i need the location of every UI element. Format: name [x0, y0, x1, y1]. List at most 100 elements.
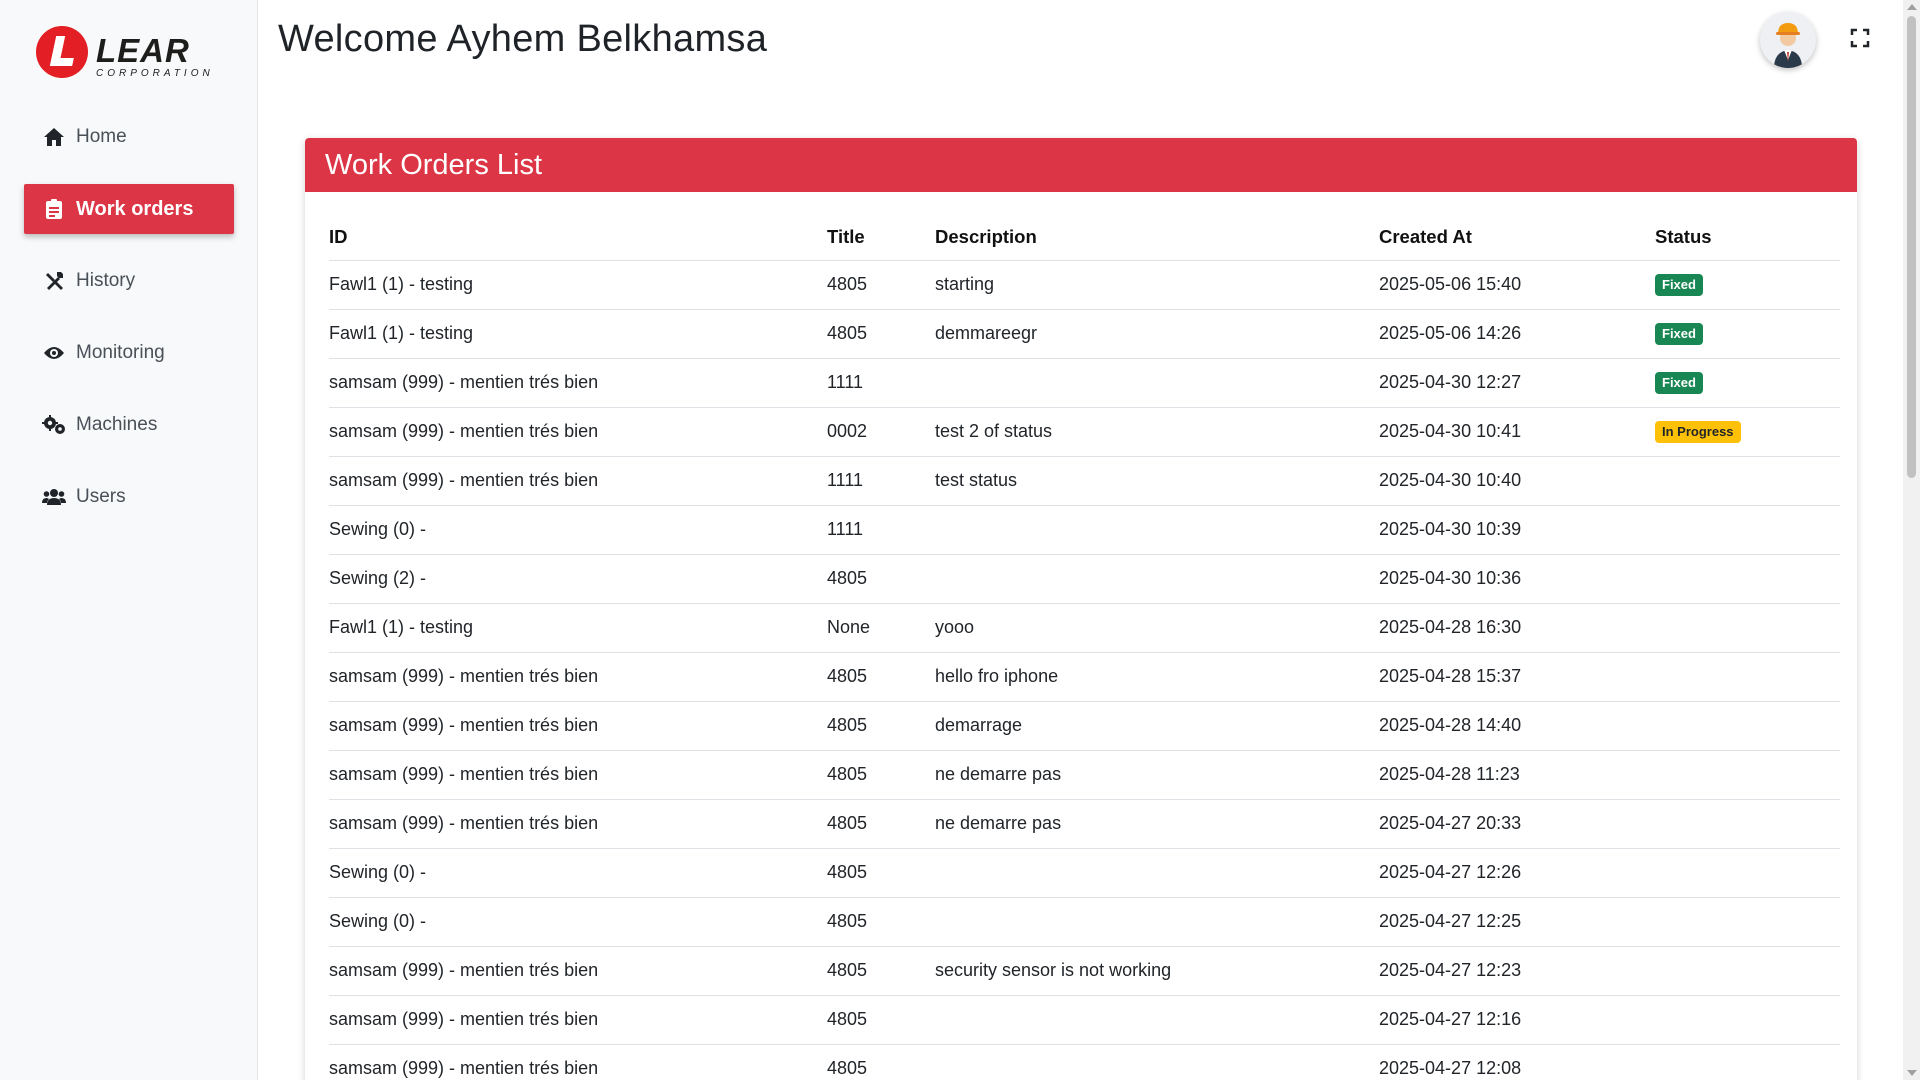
- home-icon: [42, 125, 66, 149]
- tools-icon: [42, 269, 66, 293]
- column-header-status[interactable]: Status: [1655, 214, 1840, 261]
- cell-description: test status: [935, 456, 1379, 506]
- cell-created-at: 2025-04-30 10:40: [1379, 456, 1655, 506]
- column-header-created-at[interactable]: Created At: [1379, 214, 1655, 261]
- table-row[interactable]: samsam (999) - mentien trés bien 4805 hell…: [329, 652, 1840, 702]
- cell-status: [1655, 652, 1840, 702]
- sidebar-item-monitoring[interactable]: Monitoring: [24, 328, 234, 378]
- sidebar-item-label: Monitoring: [76, 342, 165, 363]
- cell-title: 4805: [827, 848, 935, 898]
- eye-icon: [42, 341, 66, 365]
- cell-id: Sewing (0) -: [329, 848, 827, 898]
- cell-description: ne demarre pas: [935, 799, 1379, 849]
- cell-id: samsam (999) - mentien trés bien: [329, 750, 827, 800]
- table-row[interactable]: Sewing (0) -4805 2025-04-27 12:26: [329, 848, 1840, 898]
- cell-status: [1655, 897, 1840, 947]
- scroll-up-arrow-icon[interactable]: [1907, 4, 1917, 10]
- cell-title: 4805: [827, 897, 935, 947]
- page-title: Welcome Ayhem Belkhamsa: [278, 18, 768, 60]
- cell-status: Fixed: [1655, 309, 1840, 359]
- scroll-down-arrow-icon[interactable]: [1907, 1070, 1917, 1076]
- table-row[interactable]: samsam (999) - mentien trés bien 4805 ne d…: [329, 750, 1840, 800]
- cell-id: samsam (999) - mentien trés bien: [329, 799, 827, 849]
- cell-created-at: 2025-05-06 14:26: [1379, 309, 1655, 359]
- cell-status: [1655, 799, 1840, 849]
- table-row[interactable]: samsam (999) - mentien trés bien 1111 2025…: [329, 358, 1840, 408]
- lear-logo-mark: [36, 26, 88, 78]
- cell-description: [935, 505, 1379, 555]
- cell-title: 1111: [827, 505, 935, 555]
- sidebar-item-history[interactable]: History: [24, 256, 234, 306]
- cell-created-at: 2025-04-27 12:08: [1379, 1044, 1655, 1080]
- cell-status: [1655, 603, 1840, 653]
- sidebar-item-label: Machines: [76, 414, 158, 435]
- table-row[interactable]: Sewing (0) -1111 2025-04-30 10:39: [329, 505, 1840, 555]
- cell-created-at: 2025-04-28 11:23: [1379, 750, 1655, 800]
- cell-created-at: 2025-04-27 12:26: [1379, 848, 1655, 898]
- users-icon: [42, 485, 66, 509]
- cell-id: samsam (999) - mentien trés bien: [329, 652, 827, 702]
- cell-id: samsam (999) - mentien trés bien: [329, 1044, 827, 1080]
- card-header: Work Orders List: [305, 138, 1857, 192]
- cell-title: 4805: [827, 309, 935, 359]
- cell-description: hello fro iphone: [935, 652, 1379, 702]
- table-row[interactable]: Fawl1 (1) - testing 4805 starting 2025-05-0…: [329, 260, 1840, 310]
- status-badge: Fixed: [1655, 323, 1703, 345]
- cell-created-at: 2025-05-06 15:40: [1379, 260, 1655, 310]
- user-avatar[interactable]: [1760, 12, 1816, 68]
- sidebar-item-work-orders[interactable]: Work orders: [24, 184, 234, 234]
- cell-id: Fawl1 (1) - testing: [329, 309, 827, 359]
- table-row[interactable]: samsam (999) - mentien trés bien 4805 2025…: [329, 995, 1840, 1045]
- table-row[interactable]: samsam (999) - mentien trés bien 1111 test…: [329, 456, 1840, 506]
- cell-title: 4805: [827, 652, 935, 702]
- cell-title: 0002: [827, 407, 935, 457]
- cell-description: [935, 995, 1379, 1045]
- work-orders-table-wrap: ID Title Description Created At Status F…: [329, 214, 1840, 1080]
- table-row[interactable]: Sewing (0) -4805 2025-04-27 12:25: [329, 897, 1840, 947]
- table-row[interactable]: Sewing (2) -4805 2025-04-30 10:36: [329, 554, 1840, 604]
- table-row[interactable]: Fawl1 (1) - testing None yooo 2025-04-28 16…: [329, 603, 1840, 653]
- page-scrollbar[interactable]: [1903, 0, 1920, 1080]
- cell-status: [1655, 1044, 1840, 1080]
- cell-id: samsam (999) - mentien trés bien: [329, 456, 827, 506]
- table-row[interactable]: Fawl1 (1) - testing 4805 demmareegr 2025-05…: [329, 309, 1840, 359]
- cell-created-at: 2025-04-27 12:25: [1379, 897, 1655, 947]
- lear-logo[interactable]: LEAR CORPORATION: [36, 26, 226, 82]
- cell-id: samsam (999) - mentien trés bien: [329, 701, 827, 751]
- cell-description: demarrage: [935, 701, 1379, 751]
- table-row[interactable]: samsam (999) - mentien trés bien 4805 secu…: [329, 946, 1840, 996]
- cell-id: samsam (999) - mentien trés bien: [329, 995, 827, 1045]
- cell-id: samsam (999) - mentien trés bien: [329, 358, 827, 408]
- cell-id: samsam (999) - mentien trés bien: [329, 946, 827, 996]
- cell-status: Fixed: [1655, 260, 1840, 310]
- cell-id: Sewing (0) -: [329, 897, 827, 947]
- cell-id: samsam (999) - mentien trés bien: [329, 407, 827, 457]
- cell-status: [1655, 701, 1840, 751]
- scrollbar-thumb[interactable]: [1907, 16, 1916, 478]
- sidebar-item-machines[interactable]: Machines: [24, 400, 234, 450]
- table-row[interactable]: samsam (999) - mentien trés bien 4805 dema…: [329, 701, 1840, 751]
- cell-title: 4805: [827, 995, 935, 1045]
- cell-title: 4805: [827, 701, 935, 751]
- cell-created-at: 2025-04-27 12:16: [1379, 995, 1655, 1045]
- cell-id: Fawl1 (1) - testing: [329, 603, 827, 653]
- status-badge: Fixed: [1655, 274, 1703, 296]
- fullscreen-toggle[interactable]: [1850, 28, 1870, 48]
- table-header-row: ID Title Description Created At Status: [329, 214, 1840, 261]
- work-orders-table: ID Title Description Created At Status F…: [329, 214, 1840, 1080]
- column-header-title[interactable]: Title: [827, 214, 935, 261]
- logo-subtitle: CORPORATION: [96, 68, 214, 79]
- table-row[interactable]: samsam (999) - mentien trés bien 4805 2025…: [329, 1044, 1840, 1080]
- expand-icon: [1850, 28, 1870, 48]
- sidebar-item-users[interactable]: Users: [24, 472, 234, 522]
- sidebar-item-home[interactable]: Home: [24, 112, 234, 162]
- column-header-id[interactable]: ID: [329, 214, 827, 261]
- column-header-description[interactable]: Description: [935, 214, 1379, 261]
- cell-status: [1655, 456, 1840, 506]
- cell-status: [1655, 750, 1840, 800]
- cell-description: [935, 1044, 1379, 1080]
- table-row[interactable]: samsam (999) - mentien trés bien 4805 ne d…: [329, 799, 1840, 849]
- cell-description: demmareegr: [935, 309, 1379, 359]
- table-row[interactable]: samsam (999) - mentien trés bien 0002 test…: [329, 407, 1840, 457]
- work-orders-card: Work Orders List ID Title Description Cr…: [305, 138, 1857, 1080]
